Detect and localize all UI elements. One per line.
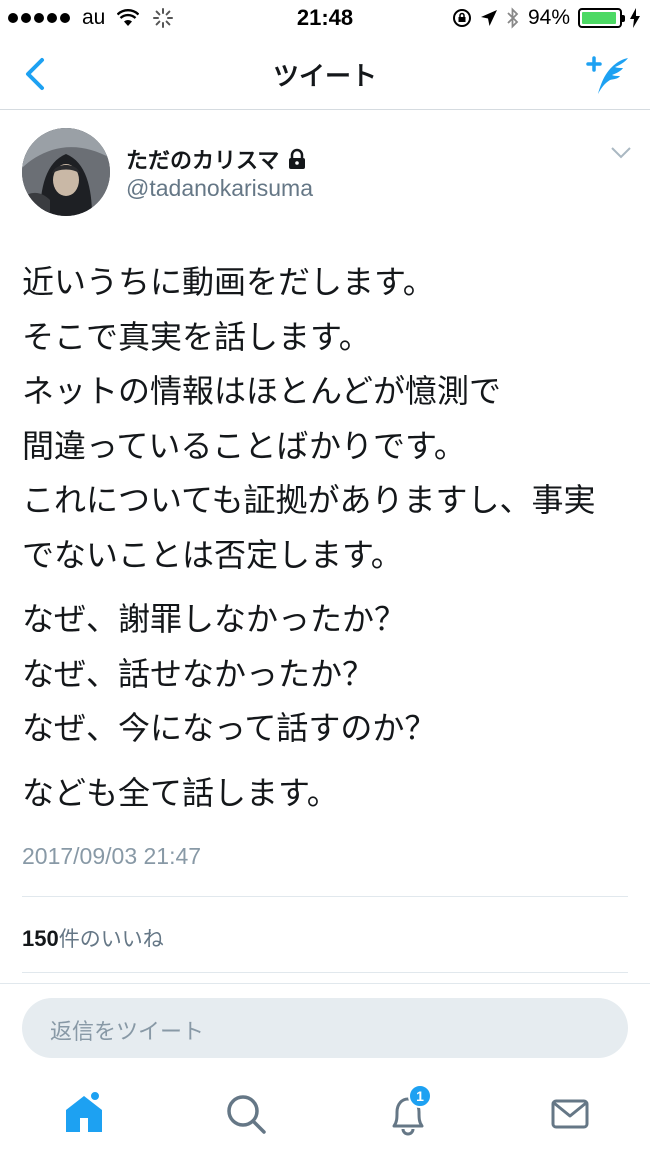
likes-count[interactable]: 150件のいいね <box>22 923 164 953</box>
lock-icon <box>289 148 306 169</box>
tweet-line: ネットの情報はほとんどが憶測で <box>22 372 502 410</box>
tweet-paragraph-2: なぜ、謝罪しなかったか？ なぜ、話せなかったか？ なぜ、今になって話すのか？ <box>22 592 632 756</box>
bluetooth-icon <box>507 7 519 29</box>
reply-placeholder: 返信をツイート <box>50 1020 205 1045</box>
battery-fill <box>582 12 616 24</box>
likes-label: 件のいいね <box>58 927 164 951</box>
location-arrow-icon <box>480 10 497 26</box>
status-right: 94% <box>452 6 640 30</box>
tweet-line: なども全て話します。 <box>22 773 339 812</box>
status-bar: au 21:48 94% <box>0 0 650 38</box>
avatar[interactable] <box>22 128 110 216</box>
battery-percent: 94% <box>527 6 570 29</box>
tweet-paragraph-1: 近いうちに動画をだします。 そこで真実を話します。 ネットの情報はほとんどが憶測… <box>22 255 632 582</box>
tweet-timestamp: 2017/09/03 21:47 <box>22 843 202 869</box>
nav-bar: ツイート <box>0 38 650 110</box>
home-icon[interactable] <box>60 1090 108 1138</box>
display-name-text: ただのカリスマ <box>126 149 280 174</box>
likes-number: 150 <box>22 926 59 951</box>
tweet-line-wrapped: これについても証拠がありますし、事実でないことは否定します。 <box>22 481 596 574</box>
user-handle[interactable]: @tadanokarisuma <box>126 175 313 202</box>
tweet-line: なぜ、今になって話すのか？ <box>22 709 437 747</box>
chevron-down-icon[interactable] <box>610 146 632 160</box>
divider <box>0 983 650 984</box>
tweet-text: 近いうちに動画をだします。 そこで真実を話します。 ネットの情報はほとんどが憶測… <box>22 255 632 830</box>
notification-badge: 1 <box>408 1084 432 1108</box>
tweet-line: なぜ、話せなかったか？ <box>22 654 375 693</box>
tab-notifications[interactable]: 1 <box>384 1084 432 1138</box>
search-icon[interactable] <box>222 1090 270 1138</box>
page-title: ツイート <box>272 62 377 92</box>
tweet-line: 近いうちに動画をだします。 <box>22 263 435 301</box>
reply-input[interactable]: 返信をツイート <box>22 998 628 1058</box>
tweet-paragraph-3: なども全て話します。 <box>22 766 632 821</box>
divider <box>22 972 628 973</box>
mail-icon[interactable] <box>546 1090 594 1138</box>
tab-bar: 1 <box>0 1072 650 1156</box>
rotation-lock-icon <box>452 9 471 27</box>
avatar-photo <box>22 128 110 216</box>
tweet-line: そこで真実を話します。 <box>22 317 371 356</box>
display-name[interactable]: ただのカリスマ <box>126 143 307 175</box>
tweet-line: 間違っていることばかりです。 <box>22 426 466 465</box>
tweet-line: なぜ、謝罪しなかったか？ <box>22 600 407 638</box>
battery-icon <box>578 8 625 28</box>
charging-bolt-icon <box>630 8 640 28</box>
compose-tweet-icon[interactable] <box>584 52 632 96</box>
divider <box>22 896 628 897</box>
